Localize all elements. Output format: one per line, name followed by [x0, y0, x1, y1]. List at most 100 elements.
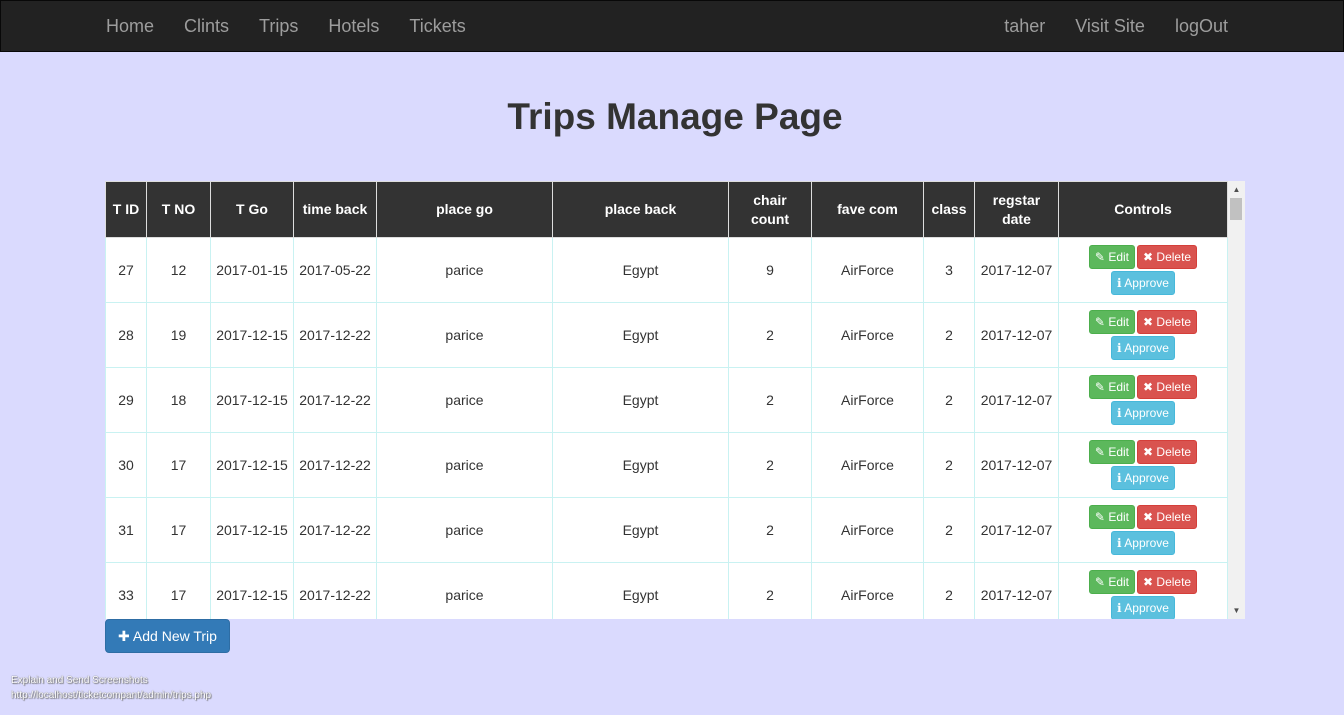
scroll-down-arrow-icon[interactable]: ▼: [1228, 602, 1245, 619]
table-cell: 2: [923, 432, 975, 498]
close-icon: ✖: [1143, 250, 1154, 264]
approve-button[interactable]: ℹ Approve: [1111, 466, 1175, 490]
nav-home-link[interactable]: Home: [91, 1, 169, 51]
edit-label: Edit: [1108, 250, 1129, 264]
table-cell: 2017-12-22: [293, 367, 377, 433]
column-header: chair count: [728, 181, 812, 238]
delete-label: Delete: [1156, 250, 1192, 264]
close-icon: ✖: [1143, 575, 1154, 589]
column-header: T ID: [105, 181, 147, 238]
edit-button[interactable]: ✎ Edit: [1088, 375, 1135, 399]
table-cell: 2: [923, 302, 975, 368]
table-cell: 2017-01-15: [210, 237, 294, 303]
edit-button[interactable]: ✎ Edit: [1088, 505, 1135, 529]
delete-button[interactable]: ✖ Delete: [1137, 440, 1198, 464]
table-cell: 2017-12-15: [210, 562, 294, 619]
approve-button[interactable]: ℹ Approve: [1111, 336, 1175, 360]
edit-icon: ✎: [1094, 250, 1105, 264]
approve-button[interactable]: ℹ Approve: [1111, 531, 1175, 555]
controls-cell: ✎ Edit ✖ Delete ℹ Approve: [1058, 562, 1228, 619]
edit-button[interactable]: ✎ Edit: [1088, 310, 1135, 334]
table-cell: 31: [105, 497, 147, 563]
info-icon: ℹ: [1117, 276, 1122, 290]
nav-right-group: taher Visit Site logOut: [989, 1, 1243, 51]
table-cell: 2017-12-07: [974, 302, 1059, 368]
table-body: 27 12 2017-01-15 2017-05-22 parice Egypt 9 AirF…: [105, 237, 1228, 619]
column-header: regstar date: [974, 181, 1059, 238]
nav-logout-link[interactable]: logOut: [1160, 1, 1243, 51]
delete-label: Delete: [1156, 380, 1192, 394]
table-cell: 2017-05-22: [293, 237, 377, 303]
approve-button[interactable]: ℹ Approve: [1111, 596, 1175, 619]
edit-button[interactable]: ✎ Edit: [1088, 245, 1135, 269]
edit-label: Edit: [1108, 315, 1129, 329]
approve-button[interactable]: ℹ Approve: [1111, 401, 1175, 425]
table-row: 30 17 2017-12-15 2017-12-22 parice Egypt 2 AirF…: [105, 432, 1228, 498]
nav-user-link[interactable]: taher: [989, 1, 1060, 51]
close-icon: ✖: [1143, 315, 1154, 329]
delete-button[interactable]: ✖ Delete: [1137, 245, 1198, 269]
table-row: 33 17 2017-12-15 2017-12-22 parice Egypt 2 AirF…: [105, 562, 1228, 619]
nav-tickets-link[interactable]: Tickets: [394, 1, 480, 51]
table-cell: 2: [728, 497, 812, 563]
edit-button[interactable]: ✎ Edit: [1088, 570, 1135, 594]
table-cell: 2017-12-22: [293, 562, 377, 619]
footer-caption: Explain and Send Screenshots: [11, 675, 148, 686]
nav-clints-link[interactable]: Clints: [169, 1, 244, 51]
edit-icon: ✎: [1094, 380, 1105, 394]
table-cell: 2017-12-15: [210, 497, 294, 563]
delete-button[interactable]: ✖ Delete: [1137, 375, 1198, 399]
table-cell: Egypt: [552, 367, 729, 433]
edit-label: Edit: [1108, 445, 1129, 459]
approve-button[interactable]: ℹ Approve: [1111, 271, 1175, 295]
table-cell: 2017-12-15: [210, 302, 294, 368]
column-header: class: [923, 181, 975, 238]
table-cell: parice: [376, 497, 553, 563]
table-scrollbar[interactable]: ▲ ▼: [1228, 181, 1245, 619]
table-cell: AirForce: [811, 497, 924, 563]
table-cell: Egypt: [552, 497, 729, 563]
table-cell: 2017-12-07: [974, 237, 1059, 303]
nav-hotels-link[interactable]: Hotels: [313, 1, 394, 51]
scrollbar-thumb[interactable]: [1230, 198, 1242, 220]
table-cell: 2017-12-22: [293, 497, 377, 563]
delete-button[interactable]: ✖ Delete: [1137, 570, 1198, 594]
table-cell: 17: [146, 432, 211, 498]
controls-cell: ✎ Edit ✖ Delete ℹ Approve: [1058, 432, 1228, 498]
nav-trips-link[interactable]: Trips: [244, 1, 313, 51]
edit-label: Edit: [1108, 575, 1129, 589]
table-cell: 2017-12-07: [974, 432, 1059, 498]
table-cell: parice: [376, 562, 553, 619]
table-cell: AirForce: [811, 302, 924, 368]
table-cell: 30: [105, 432, 147, 498]
table-cell: 2: [728, 432, 812, 498]
table-cell: parice: [376, 432, 553, 498]
column-header: T NO: [146, 181, 211, 238]
table-cell: 2: [728, 367, 812, 433]
delete-button[interactable]: ✖ Delete: [1137, 505, 1198, 529]
table-header-row: T ID T NO T Go time back place go place …: [105, 181, 1228, 238]
info-icon: ℹ: [1117, 341, 1122, 355]
add-new-trip-button[interactable]: ✚ Add New Trip: [105, 619, 230, 653]
controls-cell: ✎ Edit ✖ Delete ℹ Approve: [1058, 367, 1228, 433]
edit-button[interactable]: ✎ Edit: [1088, 440, 1135, 464]
table-cell: 29: [105, 367, 147, 433]
table-cell: 12: [146, 237, 211, 303]
delete-button[interactable]: ✖ Delete: [1137, 310, 1198, 334]
nav-left-group: Home Clints Trips Hotels Tickets: [91, 1, 481, 51]
nav-visit-site-link[interactable]: Visit Site: [1060, 1, 1160, 51]
scroll-up-arrow-icon[interactable]: ▲: [1228, 181, 1245, 198]
column-header: place back: [552, 181, 729, 238]
close-icon: ✖: [1143, 380, 1154, 394]
table-row: 27 12 2017-01-15 2017-05-22 parice Egypt 9 AirF…: [105, 237, 1228, 303]
info-icon: ℹ: [1117, 601, 1122, 615]
table-cell: 2017-12-15: [210, 432, 294, 498]
table-cell: Egypt: [552, 237, 729, 303]
approve-label: Approve: [1124, 276, 1169, 290]
table-cell: 2017-12-22: [293, 302, 377, 368]
table-cell: 17: [146, 562, 211, 619]
edit-icon: ✎: [1094, 445, 1105, 459]
approve-label: Approve: [1124, 406, 1169, 420]
table-row: 29 18 2017-12-15 2017-12-22 parice Egypt 2 AirF…: [105, 367, 1228, 433]
close-icon: ✖: [1143, 510, 1154, 524]
